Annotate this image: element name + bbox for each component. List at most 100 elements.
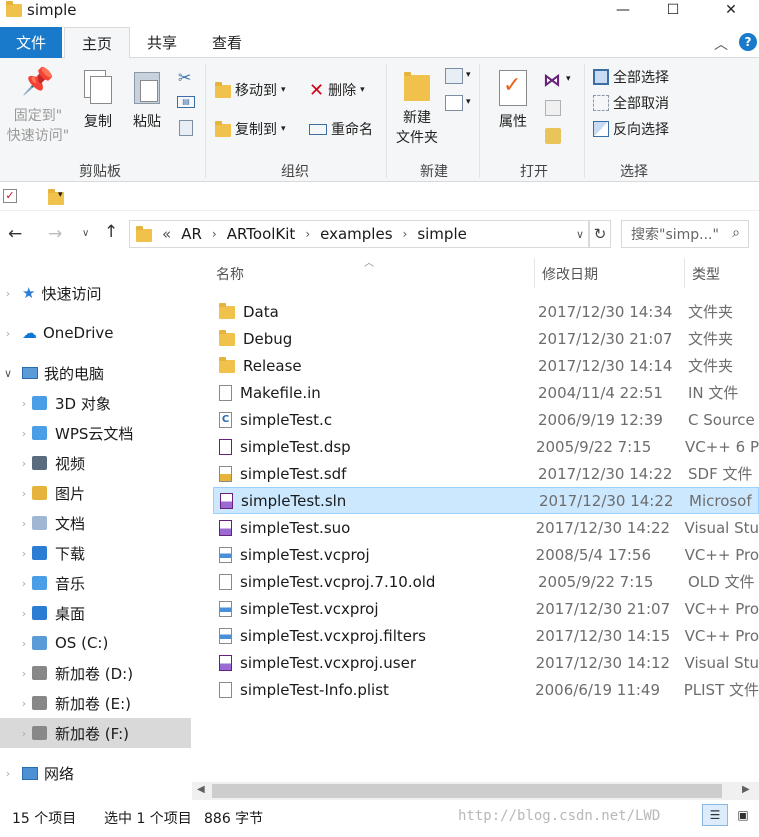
tab-file[interactable]: 文件: [0, 27, 62, 58]
tab-share[interactable]: 共享: [132, 27, 192, 58]
file-row[interactable]: simpleTest-Info.plist 2006/6/19 11:49 PLIS…: [213, 676, 759, 703]
scroll-left-icon[interactable]: ◀: [197, 784, 205, 795]
large-icons-view-icon[interactable]: ▣: [732, 806, 754, 824]
nav-item[interactable]: › 视频: [0, 448, 191, 478]
paste-shortcut-icon[interactable]: [179, 120, 193, 136]
visual-studio-icon[interactable]: ⋈: [543, 70, 561, 91]
rename-button[interactable]: 重命名: [309, 118, 373, 140]
breadcrumb-examples[interactable]: examples: [320, 225, 392, 243]
group-separator: [584, 64, 585, 178]
help-icon[interactable]: ?: [739, 33, 757, 51]
tab-view[interactable]: 查看: [196, 27, 258, 58]
forward-button[interactable]: →: [48, 224, 62, 244]
file-row[interactable]: simpleTest.suo 2017/12/30 14:22 Visual Stu: [213, 514, 759, 541]
address-dropdown-icon[interactable]: ∨: [576, 228, 584, 241]
file-row[interactable]: Release 2017/12/30 14:14 文件夹: [213, 352, 759, 379]
nav-item[interactable]: › OS (C:): [0, 628, 191, 658]
column-separator[interactable]: [534, 258, 535, 288]
recent-locations-icon[interactable]: ∨: [82, 228, 89, 239]
open-dropdown-icon[interactable]: ▾: [566, 74, 571, 84]
breadcrumb-ar[interactable]: AR: [181, 225, 202, 243]
close-button[interactable]: ✕: [708, 0, 754, 20]
address-overflow[interactable]: «: [162, 225, 171, 243]
column-separator[interactable]: [684, 258, 685, 288]
qat-dropdown-icon[interactable]: ▾: [58, 190, 63, 200]
suo-file-icon: [219, 654, 232, 671]
address-bar[interactable]: « AR › ARToolKit › examples › simple ∨: [129, 220, 589, 248]
details-view-icon[interactable]: ☰: [702, 804, 728, 826]
pin-quick-access-button[interactable]: 📌 固定到" 快速访问": [2, 69, 74, 146]
file-row[interactable]: simpleTest.vcproj 2008/5/4 17:56 VC++ Pro: [213, 541, 759, 568]
column-header-modified[interactable]: 修改日期: [542, 264, 598, 284]
nav-item[interactable]: › 新加卷 (D:): [0, 658, 191, 688]
nav-onedrive[interactable]: › ☁ OneDrive: [0, 318, 191, 348]
nav-item[interactable]: › 图片: [0, 478, 191, 508]
column-header-name[interactable]: 名称: [216, 264, 244, 284]
star-icon: ★: [22, 284, 36, 302]
nav-item[interactable]: › WPS云文档: [0, 418, 191, 448]
back-button[interactable]: ←: [8, 224, 22, 244]
breadcrumb-simple[interactable]: simple: [417, 225, 467, 243]
delete-label: 删除: [328, 83, 357, 99]
nav-item[interactable]: › 音乐: [0, 568, 191, 598]
file-row[interactable]: simpleTest.sdf 2017/12/30 14:22 SDF 文件: [213, 460, 759, 487]
nav-quick-access[interactable]: › ★ 快速访问: [0, 278, 191, 308]
file-row[interactable]: Debug 2017/12/30 21:07 文件夹: [213, 325, 759, 352]
file-row[interactable]: simpleTest.dsp 2005/9/22 7:15 VC++ 6 P: [213, 433, 759, 460]
file-row[interactable]: simpleTest.vcxproj 2017/12/30 21:07 VC++ P…: [213, 595, 759, 622]
easy-access-dropdown-icon[interactable]: ▾: [466, 97, 471, 107]
file-type: IN 文件: [688, 384, 739, 402]
file-row[interactable]: simpleTest.sln 2017/12/30 14:22 Microsof: [213, 487, 759, 514]
minimize-button[interactable]: —: [600, 0, 646, 20]
cut-icon[interactable]: ✂: [178, 68, 191, 87]
file-row[interactable]: Makefile.in 2004/11/4 22:51 IN 文件: [213, 379, 759, 406]
nav-item[interactable]: › 新加卷 (F:): [0, 718, 191, 748]
nav-item[interactable]: › 3D 对象: [0, 388, 191, 418]
new-folder-button[interactable]: 新建 文件夹: [392, 68, 442, 148]
copy-button[interactable]: 复制: [78, 68, 118, 132]
file-row[interactable]: simpleTest.vcxproj.user 2017/12/30 14:12 V…: [213, 649, 759, 676]
breadcrumb-artoolkit[interactable]: ARToolKit: [227, 225, 296, 243]
nav-this-pc[interactable]: ∨ 我的电脑: [0, 358, 191, 388]
nav-item-label: 新加卷 (D:): [55, 664, 134, 683]
collapse-ribbon-icon[interactable]: ︿: [714, 34, 728, 54]
invert-selection-button[interactable]: 反向选择: [593, 118, 669, 140]
column-header-type[interactable]: 类型: [692, 264, 720, 284]
paste-button[interactable]: 粘贴: [126, 68, 168, 132]
move-to-button[interactable]: 移动到 ▾: [215, 79, 286, 101]
file-name: simpleTest.c: [240, 410, 333, 429]
documents-icon: [32, 516, 47, 530]
tab-home[interactable]: 主页: [64, 27, 130, 59]
history-icon[interactable]: [545, 128, 561, 144]
file-row[interactable]: simpleTest.vcproj.7.10.old 2005/9/22 7:15…: [213, 568, 759, 595]
suo-file-icon: [219, 519, 232, 536]
edit-icon[interactable]: [545, 100, 561, 116]
folder-icon: [219, 330, 235, 346]
new-item-dropdown-icon[interactable]: ▾: [466, 70, 471, 80]
properties-button[interactable]: ✓ 属性: [491, 68, 535, 132]
new-item-icon[interactable]: [445, 68, 463, 84]
copy-to-button[interactable]: 复制到 ▾: [215, 118, 286, 140]
refresh-icon[interactable]: ↻: [589, 220, 611, 248]
search-input[interactable]: 搜索"simp..." ⌕: [621, 220, 749, 248]
file-name-cell: Data: [213, 303, 538, 321]
up-button[interactable]: ↑: [104, 222, 118, 242]
nav-network[interactable]: › 网络: [0, 758, 191, 788]
file-row[interactable]: simpleTest.vcxproj.filters 2017/12/30 14:…: [213, 622, 759, 649]
scroll-right-icon[interactable]: ▶: [742, 784, 750, 795]
file-name-cell: simpleTest.vcproj.7.10.old: [213, 573, 538, 591]
select-all-button[interactable]: 全部选择: [593, 66, 669, 88]
scrollbar-thumb[interactable]: [212, 784, 722, 798]
maximize-button[interactable]: ☐: [650, 0, 696, 20]
properties-qat-icon[interactable]: ✓: [3, 189, 17, 203]
delete-button[interactable]: ✕ 删除 ▾: [309, 79, 365, 101]
easy-access-icon[interactable]: [445, 95, 463, 111]
file-row[interactable]: CsimpleTest.c 2006/9/19 12:39 C Source: [213, 406, 759, 433]
nav-item[interactable]: › 下载: [0, 538, 191, 568]
nav-item[interactable]: › 桌面: [0, 598, 191, 628]
select-none-button[interactable]: 全部取消: [593, 92, 669, 114]
nav-item[interactable]: › 文档: [0, 508, 191, 538]
nav-item[interactable]: › 新加卷 (E:): [0, 688, 191, 718]
copy-path-icon[interactable]: ▤: [177, 96, 195, 108]
file-row[interactable]: Data 2017/12/30 14:34 文件夹: [213, 298, 759, 325]
